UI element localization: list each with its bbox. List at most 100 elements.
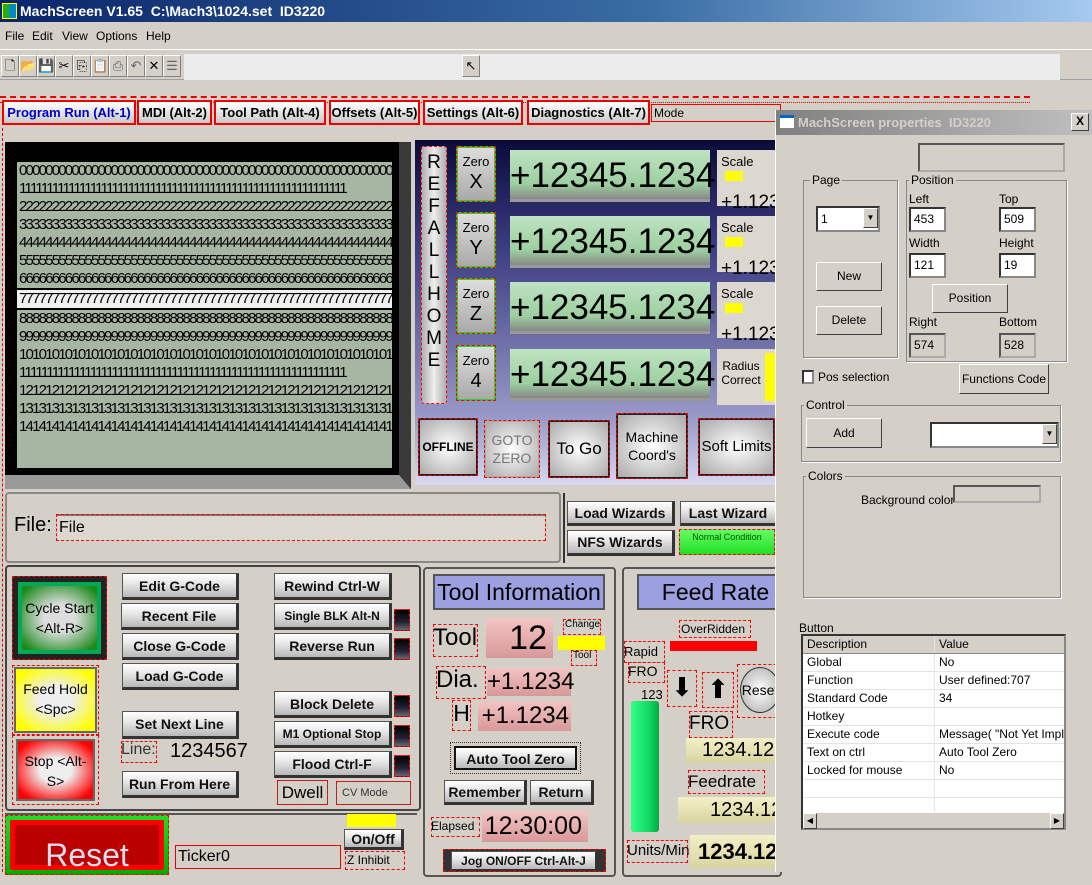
run-from-here-button[interactable]: Run From Here <box>122 771 239 798</box>
tab-mdi[interactable]: MDI (Alt-2) <box>137 100 212 125</box>
property-value[interactable]: Auto Tool Zero <box>935 744 1064 761</box>
undo-icon[interactable]: ↶ <box>127 55 145 77</box>
open-icon[interactable]: 📂 <box>19 55 37 77</box>
z-inhibit-onoff-button[interactable]: On/Off <box>344 829 404 850</box>
tab-diagnostics[interactable]: Diagnostics (Alt-7) <box>527 100 650 125</box>
dialog-close-button[interactable]: X <box>1071 113 1089 131</box>
stop-button[interactable]: Stop <Alt-S> <box>12 735 99 805</box>
property-value[interactable]: 34 <box>935 690 1064 707</box>
left-input[interactable]: 453 <box>909 207 946 232</box>
property-value[interactable] <box>935 780 1064 797</box>
table-row[interactable] <box>803 780 1064 798</box>
last-wizard-button[interactable]: Last Wizard <box>680 501 775 526</box>
tab-offsets[interactable]: Offsets (Alt-5) <box>329 100 420 125</box>
tab-settings[interactable]: Settings (Alt-6) <box>423 100 523 125</box>
reset-button[interactable]: Reset <box>5 815 169 875</box>
align-icon[interactable]: ☰ <box>163 55 181 77</box>
return-button[interactable]: Return <box>530 780 594 805</box>
menu-options[interactable]: Options <box>96 29 137 43</box>
table-row[interactable]: Function User defined:707 <box>803 672 1064 690</box>
width-input[interactable]: 121 <box>909 253 946 278</box>
control-type-select[interactable]: ▼ <box>930 422 1059 448</box>
paste-icon[interactable]: 📋 <box>91 55 109 77</box>
machine-coords-button[interactable]: Machine Coord's <box>616 413 688 479</box>
close-gcode-button[interactable]: Close G-Code <box>122 633 239 660</box>
auto-tool-zero-button[interactable]: Auto Tool Zero <box>450 742 581 774</box>
column-value[interactable]: Value <box>935 636 1064 653</box>
goto-zero-button[interactable]: GOTO ZERO <box>484 420 540 478</box>
scroll-left-icon[interactable]: ◀ <box>803 813 817 829</box>
column-description[interactable]: Description <box>803 636 935 653</box>
fro-down-icon[interactable]: ⬇ <box>667 670 697 707</box>
flood-button[interactable]: Flood Ctrl-F <box>274 751 392 778</box>
functions-code-button[interactable]: Functions Code <box>959 364 1049 394</box>
property-table[interactable]: Description Value Global No Function User de… <box>801 634 1066 830</box>
top-input[interactable]: 509 <box>999 207 1036 232</box>
horizontal-scrollbar[interactable]: ◀ ▶ <box>803 812 1064 829</box>
property-value[interactable] <box>935 708 1064 725</box>
save-icon[interactable]: 💾 <box>37 55 55 77</box>
new-page-button[interactable]: New <box>816 262 882 291</box>
property-value[interactable]: No <box>935 654 1064 671</box>
load-wizards-button[interactable]: Load Wizards <box>567 501 675 526</box>
property-value[interactable]: Message( "Not Yet Implem <box>935 726 1064 743</box>
soft-limits-button[interactable]: Soft Limits <box>698 418 775 476</box>
set-next-line-button[interactable]: Set Next Line <box>122 711 239 739</box>
table-row[interactable]: Standard Code 34 <box>803 690 1064 708</box>
table-row[interactable]: Hotkey <box>803 708 1064 726</box>
print-icon[interactable]: ⎙ <box>109 55 127 77</box>
zero-z-button[interactable]: Zero Z <box>456 278 496 334</box>
file-path-field[interactable]: File <box>56 514 546 541</box>
table-row[interactable]: Global No <box>803 654 1064 672</box>
single-block-button[interactable]: Single BLK Alt-N <box>274 603 392 630</box>
reverse-run-button[interactable]: Reverse Run <box>274 633 392 660</box>
dro-y-value[interactable]: +12345.1234 <box>510 216 715 268</box>
table-row[interactable]: Text on ctrl Auto Tool Zero <box>803 744 1064 762</box>
load-gcode-button[interactable]: Load G-Code <box>122 663 239 690</box>
page-select[interactable]: 1 ▼ <box>816 206 880 232</box>
recent-file-button[interactable]: Recent File <box>121 603 239 630</box>
cut-icon[interactable]: ✂ <box>55 55 73 77</box>
jog-toggle-button[interactable]: Jog ON/OFF Ctrl-Alt-J <box>443 849 606 872</box>
gcode-display[interactable]: 0000000000000000000000000000000000000000… <box>17 162 392 468</box>
nfs-wizards-button[interactable]: NFS Wizards <box>567 530 675 556</box>
delete-page-button[interactable]: Delete <box>816 306 882 335</box>
feed-hold-button[interactable]: Feed Hold <Spc> <box>12 665 99 735</box>
tab-tool-path[interactable]: Tool Path (Alt-4) <box>214 100 326 125</box>
menu-file[interactable]: File <box>5 29 24 43</box>
dro-x-value[interactable]: +12345.1234 <box>510 150 715 202</box>
height-input[interactable]: 19 <box>999 253 1036 278</box>
copy-icon[interactable]: ⎘ <box>73 55 91 77</box>
tab-program-run[interactable]: Program Run (Alt-1) <box>2 100 136 125</box>
table-row[interactable]: Execute codeMessage( "Not Yet Implem <box>803 726 1064 744</box>
pointer-icon[interactable]: ↖ <box>462 55 480 77</box>
zero-4-button[interactable]: Zero 4 <box>456 345 496 401</box>
new-icon[interactable]: 🗋 <box>1 55 19 77</box>
rapid-fro-slider[interactable] <box>631 701 659 832</box>
scroll-right-icon[interactable]: ▶ <box>1050 813 1064 829</box>
property-value[interactable]: No <box>935 762 1064 779</box>
pos-selection-checkbox[interactable] <box>802 370 814 384</box>
delete-icon[interactable]: ✕ <box>145 55 163 77</box>
ref-all-home-button[interactable]: REF ALL HOME <box>421 146 447 404</box>
zero-y-button[interactable]: Zero Y <box>456 212 496 268</box>
edit-gcode-button[interactable]: Edit G-Code <box>122 573 239 600</box>
menu-view[interactable]: View <box>62 29 88 43</box>
chevron-down-icon[interactable]: ▼ <box>1042 424 1057 444</box>
menu-help[interactable]: Help <box>146 29 171 43</box>
fro-up-icon[interactable]: ⬆ <box>702 672 734 708</box>
offline-button[interactable]: OFFLINE <box>418 418 478 476</box>
m1-optional-stop-button[interactable]: M1 Optional Stop <box>274 721 392 748</box>
background-color-swatch[interactable] <box>953 485 1041 503</box>
to-go-button[interactable]: To Go <box>548 420 610 478</box>
table-row[interactable]: Locked for mouse No <box>803 762 1064 780</box>
property-value[interactable]: User defined:707 <box>935 672 1064 689</box>
remember-button[interactable]: Remember <box>444 780 527 805</box>
chevron-down-icon[interactable]: ▼ <box>863 208 878 228</box>
cycle-start-button[interactable]: Cycle Start <Alt-R> <box>12 576 107 660</box>
add-control-button[interactable]: Add <box>806 418 882 448</box>
zero-x-button[interactable]: Zero X <box>456 146 496 202</box>
block-delete-button[interactable]: Block Delete <box>274 691 392 718</box>
rewind-button[interactable]: Rewind Ctrl-W <box>274 573 392 600</box>
position-button[interactable]: Position <box>932 284 1008 313</box>
